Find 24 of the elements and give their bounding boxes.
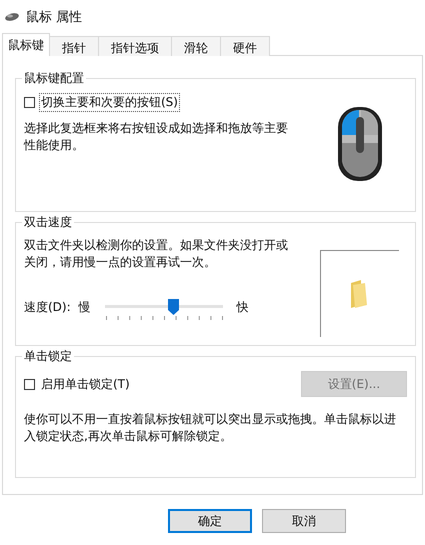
speed-label: 速度(D):: [24, 298, 71, 316]
checkbox-label[interactable]: 启用单击锁定(T): [39, 374, 132, 394]
description-text: 选择此复选框来将右按钮设成如选择和拖放等主要性能使用。: [24, 120, 289, 154]
dialog-button[interactable]: 取消: [262, 509, 346, 533]
tab[interactable]: 指针: [49, 36, 99, 56]
checkbox[interactable]: [24, 378, 35, 390]
group-title: 鼠标键配置: [22, 70, 86, 87]
fast-label: 快: [236, 298, 249, 316]
description-text: 使你可以不用一直按着鼠标按钮就可以突出显示或拖拽。单击鼠标以进入锁定状态,再次单击鼠标可解除锁定。: [24, 411, 396, 445]
speed-slider[interactable]: [104, 297, 223, 321]
slow-label: 慢: [78, 298, 91, 316]
tab[interactable]: 硬件: [220, 36, 270, 56]
slider-thumb[interactable]: [168, 299, 180, 315]
window-title: 鼠标 属性: [26, 9, 82, 26]
test-area[interactable]: [320, 250, 399, 336]
group-title: 单击锁定: [22, 348, 74, 365]
tab[interactable]: 滑轮: [171, 36, 221, 56]
tab[interactable]: 鼠标键: [2, 33, 50, 56]
dialog-button[interactable]: 确定: [168, 509, 252, 533]
checkbox-label[interactable]: 切换主要和次要的按钮(S): [39, 93, 180, 112]
description-text: 双击文件夹以检测你的设置。如果文件夹没打开或关闭，请用慢一点的设置再试一次。: [24, 237, 289, 271]
checkbox[interactable]: [24, 97, 35, 108]
mouse-icon: [4, 12, 20, 22]
tab[interactable]: 指针选项: [98, 36, 172, 56]
